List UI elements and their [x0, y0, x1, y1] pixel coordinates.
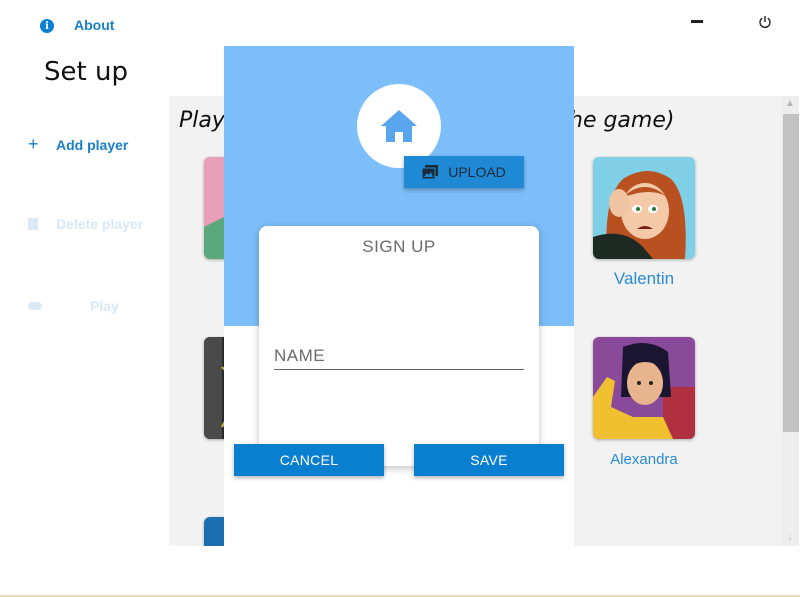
home-icon — [381, 110, 417, 142]
player-card-alexandra[interactable] — [593, 337, 695, 439]
scroll-down-icon[interactable]: ↓ — [781, 530, 799, 546]
panel-heading-right: he game) — [569, 108, 675, 133]
signup-title: SIGN UP — [362, 237, 436, 256]
signup-overlay: UPLOAD SIGN UP CANCEL SAVE — [224, 46, 574, 546]
app-window: i About Set up + Add player Delete playe… — [0, 0, 800, 597]
panel-heading-left: Play — [179, 108, 225, 133]
scroll-thumb[interactable] — [783, 114, 799, 432]
player-name-alexandra: Alexandra — [610, 451, 678, 468]
plus-icon: + — [28, 134, 39, 154]
player-card-valentin[interactable] — [593, 157, 695, 259]
gamepad-icon — [28, 302, 42, 310]
minimize-button[interactable] — [691, 20, 703, 23]
play-button[interactable]: Play — [28, 298, 119, 314]
vertical-scrollbar[interactable]: ▲ ↓ — [781, 96, 799, 546]
page-title: Set up — [44, 57, 128, 87]
play-label: Play — [90, 298, 119, 314]
upload-label: UPLOAD — [448, 164, 506, 180]
avatar — [593, 337, 695, 439]
image-upload-icon — [422, 165, 439, 179]
info-icon: i — [40, 19, 54, 33]
add-player-button[interactable]: + Add player — [28, 134, 128, 155]
power-icon[interactable] — [758, 15, 772, 29]
save-button[interactable]: SAVE — [414, 444, 564, 476]
player-name-valentin: Valentin — [613, 269, 675, 288]
scroll-up-icon[interactable]: ▲ — [781, 96, 799, 112]
avatar — [593, 157, 695, 259]
trash-icon — [28, 218, 38, 230]
add-player-label: Add player — [56, 136, 129, 153]
name-field[interactable] — [274, 342, 524, 370]
about-link[interactable]: i About — [40, 16, 114, 33]
upload-button[interactable]: UPLOAD — [404, 156, 524, 188]
cancel-button[interactable]: CANCEL — [234, 444, 384, 476]
delete-player-label: Delete player — [56, 216, 144, 232]
delete-player-button[interactable]: Delete player — [28, 216, 143, 232]
signup-card: SIGN UP — [259, 226, 539, 466]
about-label: About — [74, 16, 115, 33]
